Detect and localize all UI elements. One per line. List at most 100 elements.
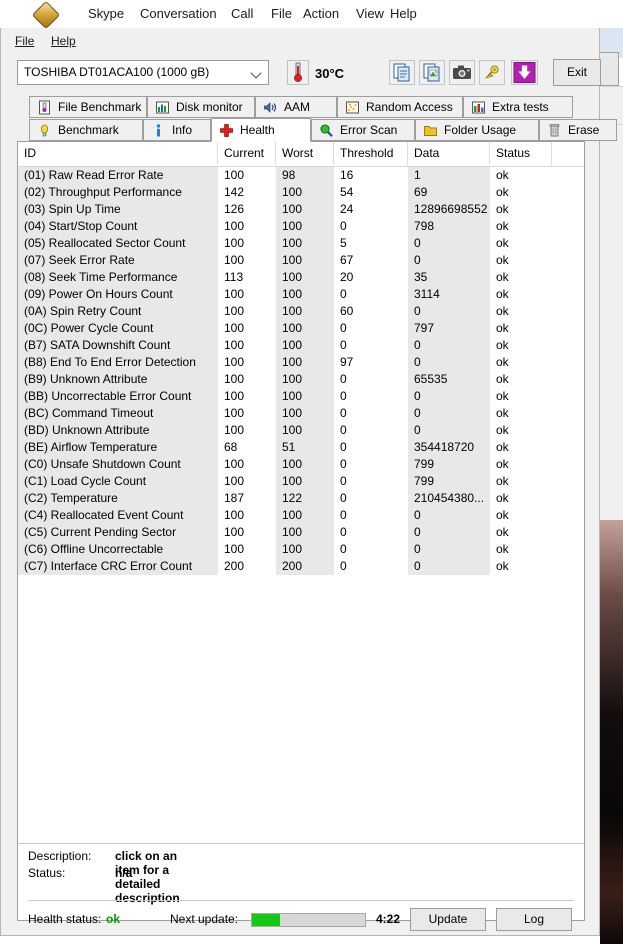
table-cell: 0 bbox=[414, 542, 421, 556]
tab-extra-tests[interactable]: Extra tests bbox=[463, 96, 573, 118]
table-cell: ok bbox=[496, 253, 509, 267]
tab-random-access[interactable]: Random Access bbox=[337, 96, 463, 118]
table-row[interactable]: (B9) Unknown Attribute 100 100 0 65535 ok bbox=[18, 371, 584, 388]
table-cell: 100 bbox=[224, 423, 245, 437]
table-cell: 100 bbox=[282, 423, 303, 437]
skype-menu-skype[interactable]: Skype bbox=[88, 5, 124, 23]
table-row[interactable]: (0A) Spin Retry Count 100 100 60 0 ok bbox=[18, 303, 584, 320]
table-cell: 0 bbox=[414, 355, 421, 369]
description-divider bbox=[18, 843, 584, 844]
drive-select[interactable]: TOSHIBA DT01ACA100 (1000 gB) bbox=[17, 60, 269, 85]
table-row[interactable]: (02) Throughput Performance 142 100 54 69 ok bbox=[18, 184, 584, 201]
mmc-menu-help[interactable]: Help bbox=[390, 5, 417, 23]
table-cell: 100 bbox=[224, 457, 245, 471]
disk-monitor-icon bbox=[155, 100, 170, 115]
health-status-label: Health status: bbox=[28, 912, 102, 926]
skype-menu-conversation[interactable]: Conversation bbox=[140, 5, 217, 23]
table-cell: 122 bbox=[282, 491, 303, 505]
tab-folder-usage[interactable]: Folder Usage bbox=[415, 119, 539, 141]
table-cell: 0 bbox=[340, 457, 347, 471]
table-row[interactable]: (BB) Uncorrectable Error Count 100 100 0 0 ok bbox=[18, 388, 584, 405]
table-row[interactable]: (BD) Unknown Attribute 100 100 0 0 ok bbox=[18, 422, 584, 439]
table-cell: (C1) Load Cycle Count bbox=[24, 474, 147, 488]
table-row[interactable]: (03) Spin Up Time 126 100 24 12896698552 ok bbox=[18, 201, 584, 218]
table-cell: (BB) Uncorrectable Error Count bbox=[24, 389, 192, 403]
tab-aam[interactable]: AAM bbox=[255, 96, 337, 118]
next-update-time: 4:22 bbox=[376, 912, 401, 926]
column-header-status[interactable]: Status bbox=[490, 142, 552, 165]
table-cell: (C0) Unsafe Shutdown Count bbox=[24, 457, 181, 471]
table-row[interactable]: (C5) Current Pending Sector 100 100 0 0 ok bbox=[18, 524, 584, 541]
table-row[interactable]: (BE) Airflow Temperature 68 51 0 354418720 ok bbox=[18, 439, 584, 456]
table-row[interactable]: (B7) SATA Downshift Count 100 100 0 0 ok bbox=[18, 337, 584, 354]
table-row[interactable]: (BC) Command Timeout 100 100 0 0 ok bbox=[18, 405, 584, 422]
log-button[interactable]: Log bbox=[496, 908, 572, 931]
table-cell: 100 bbox=[282, 287, 303, 301]
update-button[interactable]: Update bbox=[410, 908, 486, 931]
column-header-data[interactable]: Data bbox=[408, 142, 490, 165]
menu-file-label: File bbox=[15, 34, 35, 48]
tab-file-benchmark[interactable]: File Benchmark bbox=[29, 96, 147, 118]
table-row[interactable]: (B8) End To End Error Detection 100 100 97 0… bbox=[18, 354, 584, 371]
table-cell: 100 bbox=[224, 372, 245, 386]
menu-help[interactable]: Help bbox=[51, 33, 76, 49]
table-row[interactable]: (C1) Load Cycle Count 100 100 0 799 ok bbox=[18, 473, 584, 490]
copy-image-icon[interactable] bbox=[419, 60, 445, 85]
table-cell: 354418720 bbox=[414, 440, 475, 454]
table-row[interactable]: (04) Start/Stop Count 100 100 0 798 ok bbox=[18, 218, 584, 235]
tab-label: Disk monitor bbox=[176, 100, 243, 114]
table-row[interactable]: (C0) Unsafe Shutdown Count 100 100 0 799 ok bbox=[18, 456, 584, 473]
info-icon bbox=[151, 123, 166, 138]
table-cell: (0A) Spin Retry Count bbox=[24, 304, 142, 318]
table-cell: 0 bbox=[414, 253, 421, 267]
table-cell: 0 bbox=[340, 372, 347, 386]
table-row[interactable]: (07) Seek Error Rate 100 100 67 0 ok bbox=[18, 252, 584, 269]
column-header-id[interactable]: ID bbox=[18, 142, 218, 165]
table-row[interactable]: (0C) Power Cycle Count 100 100 0 797 ok bbox=[18, 320, 584, 337]
mmc-menu-file[interactable]: File bbox=[271, 5, 292, 23]
table-row[interactable]: (C7) Interface CRC Error Count 200 200 0 0 ok bbox=[18, 558, 584, 575]
mmc-menu-action[interactable]: Action bbox=[303, 5, 339, 23]
table-row[interactable]: (01) Raw Read Error Rate 100 98 16 1 ok bbox=[18, 167, 584, 184]
exit-button[interactable]: Exit bbox=[553, 59, 601, 86]
pin-icon[interactable] bbox=[479, 60, 505, 85]
tab-benchmark[interactable]: Benchmark bbox=[29, 119, 143, 141]
column-header-worst[interactable]: Worst bbox=[276, 142, 334, 165]
skype-menu-call[interactable]: Call bbox=[231, 5, 253, 23]
hdtune-window: File Help TOSHIBA DT01ACA100 (1000 gB) 3… bbox=[0, 28, 617, 936]
table-cell: (01) Raw Read Error Rate bbox=[24, 168, 164, 182]
tab-error-scan[interactable]: Error Scan bbox=[311, 119, 415, 141]
menu-file[interactable]: File bbox=[15, 33, 34, 49]
table-row[interactable]: (09) Power On Hours Count 100 100 0 3114 ok bbox=[18, 286, 584, 303]
table-cell: ok bbox=[496, 355, 509, 369]
table-cell: ok bbox=[496, 304, 509, 318]
table-cell: 67 bbox=[340, 253, 354, 267]
table-cell: 100 bbox=[224, 389, 245, 403]
table-row[interactable]: (C2) Temperature 187 122 0 210454380... ok bbox=[18, 490, 584, 507]
folder-icon bbox=[423, 123, 438, 138]
download-icon[interactable] bbox=[511, 60, 538, 85]
mmc-menu-view[interactable]: View bbox=[356, 5, 384, 23]
table-cell: 100 bbox=[282, 270, 303, 284]
table-cell: 100 bbox=[224, 253, 245, 267]
tab-erase[interactable]: Erase bbox=[539, 119, 617, 141]
table-row[interactable]: (C4) Reallocated Event Count 100 100 0 0 ok bbox=[18, 507, 584, 524]
table-cell: 100 bbox=[224, 236, 245, 250]
tab-health[interactable]: Health bbox=[211, 118, 311, 142]
table-cell: ok bbox=[496, 491, 509, 505]
table-cell: ok bbox=[496, 168, 509, 182]
table-cell: 0 bbox=[340, 491, 347, 505]
copy-icon[interactable] bbox=[389, 60, 415, 85]
tab-disk-monitor[interactable]: Disk monitor bbox=[147, 96, 255, 118]
column-header-threshold[interactable]: Threshold bbox=[334, 142, 408, 165]
table-cell: 100 bbox=[224, 321, 245, 335]
tab-info[interactable]: Info bbox=[143, 119, 211, 141]
table-row[interactable]: (C6) Offline Uncorrectable 100 100 0 0 ok bbox=[18, 541, 584, 558]
camera-icon[interactable] bbox=[449, 60, 475, 85]
table-cell: 69 bbox=[414, 185, 428, 199]
table-row[interactable]: (05) Reallocated Sector Count 100 100 5 0 ok bbox=[18, 235, 584, 252]
table-cell: 97 bbox=[340, 355, 354, 369]
table-row[interactable]: (08) Seek Time Performance 113 100 20 35 ok bbox=[18, 269, 584, 286]
table-cell: 100 bbox=[282, 372, 303, 386]
column-header-current[interactable]: Current bbox=[218, 142, 276, 165]
